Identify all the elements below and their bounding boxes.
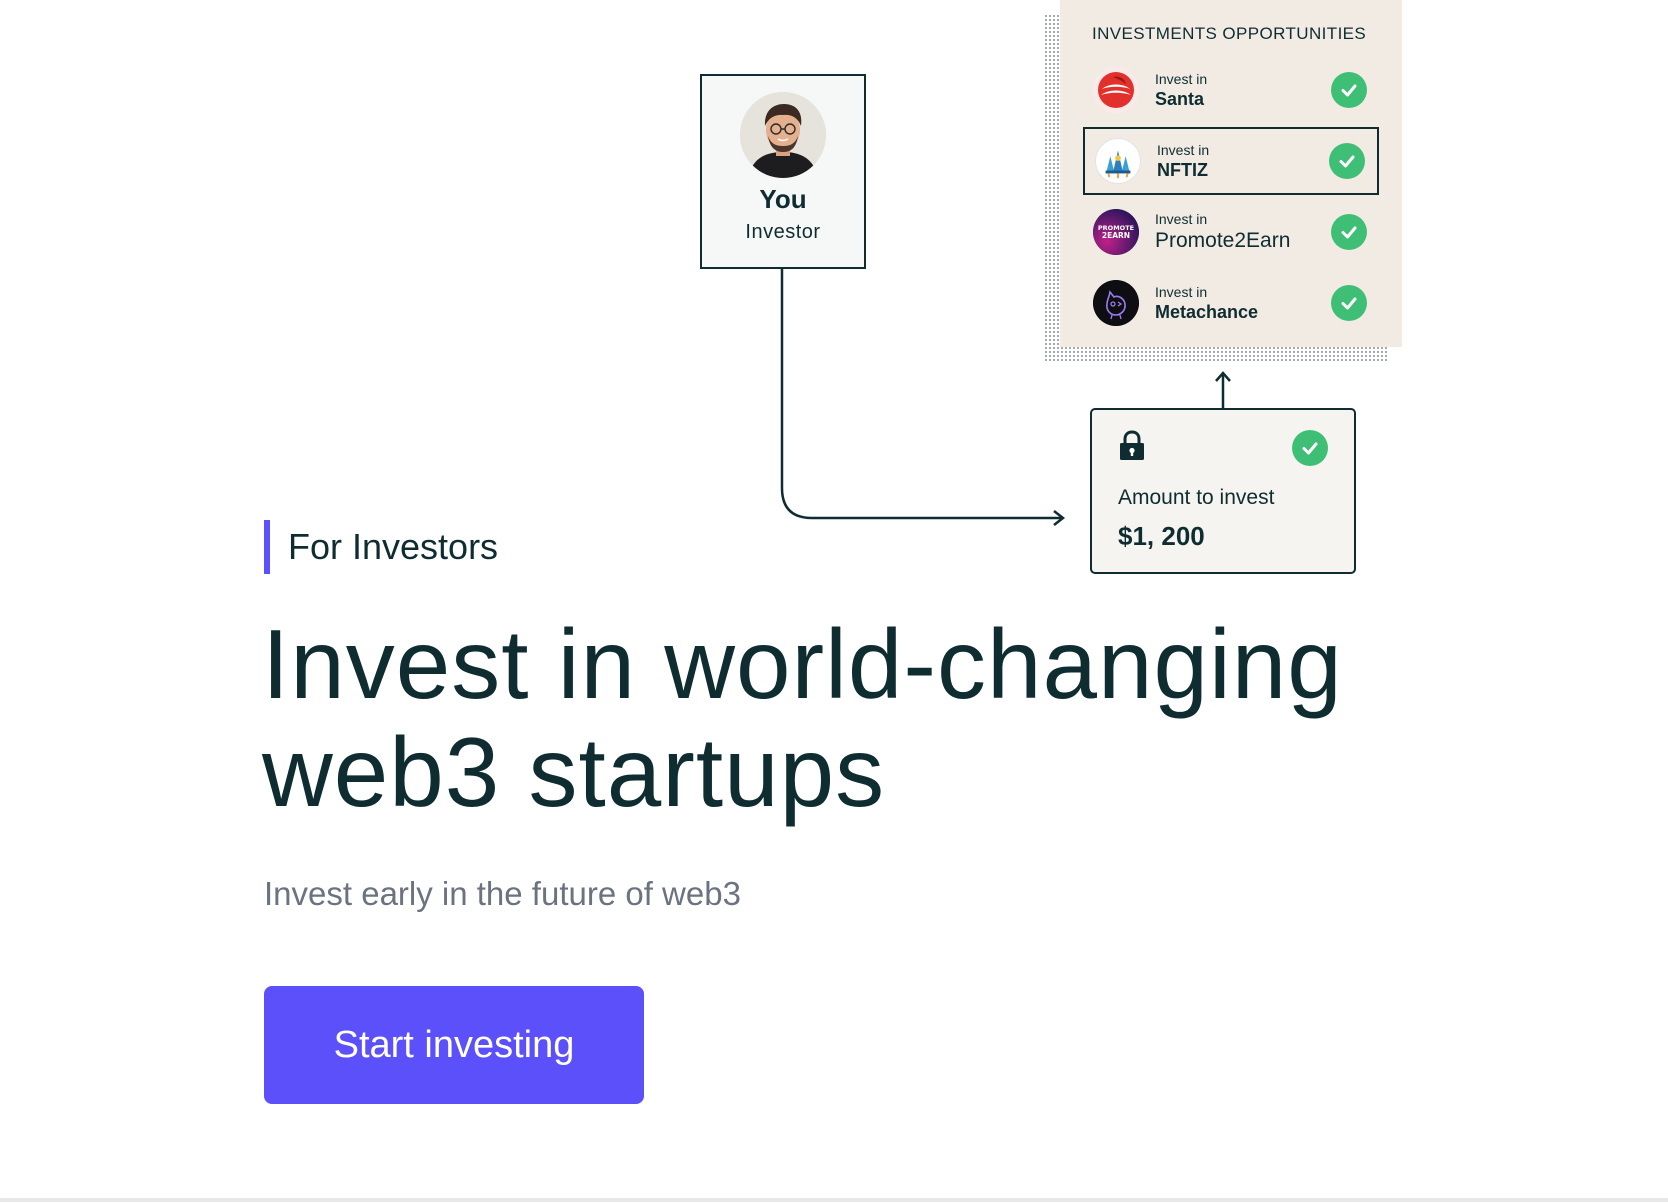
opportunity-item-santa[interactable]: Invest in Santa bbox=[1083, 56, 1379, 124]
check-icon bbox=[1331, 72, 1367, 108]
opportunity-item-nftiz[interactable]: Invest in NFTIZ bbox=[1083, 127, 1379, 195]
investor-card: You Investor bbox=[700, 74, 866, 269]
check-icon bbox=[1329, 143, 1365, 179]
nftiz-logo-icon bbox=[1095, 138, 1141, 184]
opportunity-prefix: Invest in bbox=[1155, 283, 1208, 300]
promote2earn-logo-icon: PROMOTE 2EARN bbox=[1093, 209, 1139, 255]
person-photo-icon bbox=[740, 92, 826, 178]
opportunity-name: Metachance bbox=[1155, 301, 1259, 322]
opportunity-text: Invest in Promote2Earn bbox=[1155, 211, 1290, 253]
investor-role: Investor bbox=[745, 221, 821, 243]
lock-icon bbox=[1118, 430, 1146, 467]
amount-value: $1, 200 bbox=[1118, 521, 1205, 551]
opportunity-prefix: Invest in bbox=[1155, 70, 1208, 87]
page-title: Invest in world-changing web3 startups bbox=[262, 610, 1462, 826]
opportunity-item-promote2earn[interactable]: PROMOTE 2EARN Invest in Promote2Earn bbox=[1083, 198, 1379, 266]
svg-text:2EARN: 2EARN bbox=[1102, 231, 1130, 240]
opportunity-name: Promote2Earn bbox=[1155, 229, 1291, 252]
opportunity-text: Invest in Santa bbox=[1155, 71, 1207, 110]
amount-card: Amount to invest $1, 200 bbox=[1090, 408, 1356, 574]
opportunity-name: NFTIZ bbox=[1157, 159, 1208, 180]
metachance-logo-icon bbox=[1093, 280, 1139, 326]
investor-avatar bbox=[740, 92, 826, 178]
santa-logo-icon bbox=[1093, 67, 1139, 113]
opportunity-text: Invest in Metachance bbox=[1155, 284, 1258, 323]
amount-label: Amount to invest bbox=[1118, 486, 1275, 509]
opportunities-title: INVESTMENTS OPPORTUNITIES bbox=[1092, 24, 1367, 43]
investor-name: You bbox=[759, 184, 807, 214]
start-investing-button[interactable]: Start investing bbox=[264, 986, 644, 1104]
headline-line-1: Invest in world-changing bbox=[262, 609, 1343, 719]
opportunity-item-metachance[interactable]: Invest in Metachance bbox=[1083, 269, 1379, 337]
check-icon bbox=[1331, 285, 1367, 321]
check-icon bbox=[1331, 214, 1367, 250]
opportunity-name: Santa bbox=[1155, 88, 1205, 109]
check-icon bbox=[1292, 430, 1328, 466]
opportunity-prefix: Invest in bbox=[1155, 211, 1208, 227]
section-divider bbox=[0, 1198, 1668, 1202]
opportunity-prefix: Invest in bbox=[1157, 141, 1210, 158]
hero-subtext: Invest early in the future of web3 bbox=[264, 875, 741, 912]
opportunities-panel: INVESTMENTS OPPORTUNITIES Invest in Sant… bbox=[1060, 0, 1402, 347]
page: You Investor INVESTMENTS OPPORTUNITIES I… bbox=[0, 0, 1668, 1204]
headline-line-2: web3 startups bbox=[262, 717, 886, 827]
opportunity-text: Invest in NFTIZ bbox=[1157, 142, 1209, 181]
section-eyebrow: For Investors bbox=[264, 520, 498, 574]
